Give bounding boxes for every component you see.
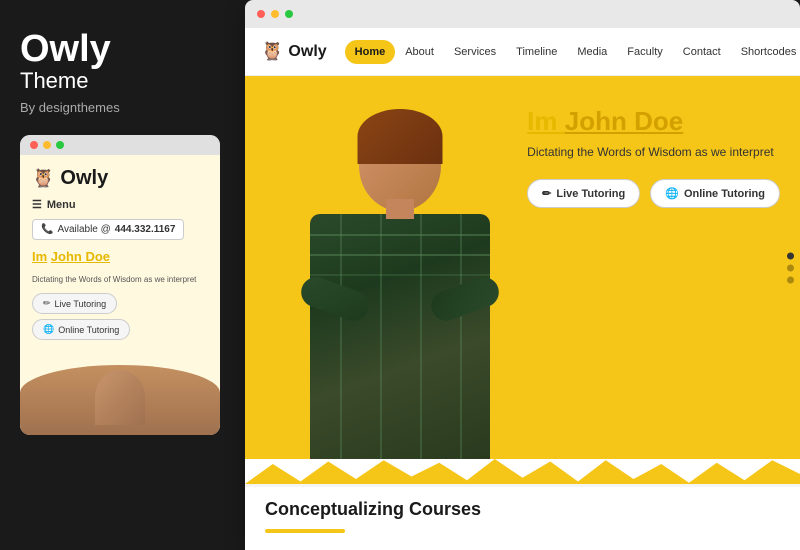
nav-item-shortcodes[interactable]: Shortcodes [731, 40, 800, 64]
person-neck [386, 199, 414, 219]
browser-content: 🦉 Owly Home About Services Timeline Medi… [245, 28, 800, 550]
mobile-person-head [95, 370, 145, 425]
mobile-menu-label: Menu [47, 199, 76, 211]
mobile-online-tutoring-btn[interactable]: 🌐 Online Tutoring [32, 319, 130, 340]
person-arm-right [427, 273, 503, 325]
pencil-icon: ✏ [542, 187, 551, 200]
person-arm-left [297, 273, 373, 325]
live-tutoring-button[interactable]: ✏ Live Tutoring [527, 179, 640, 208]
mobile-phone-button[interactable]: 📞 Available @ 444.332.1167 [32, 219, 184, 240]
mobile-headline: Im John Doe [32, 248, 208, 266]
title-underline [265, 529, 345, 533]
mobile-mockup: 🦉 Owly ☰ Menu 📞 Available @ 444.332.1167… [20, 135, 220, 435]
browser-dot-green [285, 10, 293, 18]
mobile-logo-row: 🦉 Owly [32, 167, 208, 190]
hero-section: Im John Doe Dictating the Words of Wisdo… [245, 76, 800, 459]
nav-dot-1[interactable] [787, 252, 794, 259]
globe-icon: 🌐 [43, 324, 54, 335]
dot-red [30, 141, 38, 149]
hero-text: Im John Doe Dictating the Words of Wisdo… [527, 106, 780, 208]
globe-icon: 🌐 [665, 187, 679, 200]
nav-item-services[interactable]: Services [444, 40, 506, 64]
navbar: 🦉 Owly Home About Services Timeline Medi… [245, 28, 800, 76]
browser-dot-yellow [271, 10, 279, 18]
hamburger-icon: ☰ [32, 198, 42, 211]
nav-logo-text: Owly [288, 43, 326, 61]
nav-links: Home About Services Timeline Media Facul… [345, 40, 800, 64]
hero-tagline: Dictating the Words of Wisdom as we inte… [527, 145, 780, 159]
browser-window: 🦉 Owly Home About Services Timeline Medi… [245, 0, 800, 550]
mobile-phone-number: 444.332.1167 [115, 224, 176, 235]
live-tutoring-label: Live Tutoring [556, 188, 625, 200]
person-container [280, 109, 520, 459]
person-body [310, 214, 490, 459]
nav-owl-icon: 🦉 [261, 41, 283, 62]
nav-item-timeline[interactable]: Timeline [506, 40, 567, 64]
bottom-section: Conceptualizing Courses [245, 484, 800, 550]
mobile-name: John Doe [51, 249, 110, 264]
bottom-title-container: Conceptualizing Courses [265, 499, 481, 538]
dot-yellow [43, 141, 51, 149]
mobile-tagline: Dictating the Words of Wisdom as we inte… [32, 274, 208, 285]
nav-dot-3[interactable] [787, 276, 794, 283]
hero-im: Im [527, 106, 565, 136]
mobile-menu-row: ☰ Menu [32, 198, 208, 211]
hero-name-text: John Doe [565, 106, 683, 136]
mobile-person-preview [20, 365, 220, 435]
mobile-body: 🦉 Owly ☰ Menu 📞 Available @ 444.332.1167… [20, 155, 220, 433]
dot-green [56, 141, 64, 149]
courses-title: Conceptualizing Courses [265, 499, 481, 520]
nav-item-contact[interactable]: Contact [673, 40, 731, 64]
torn-divider [245, 459, 800, 484]
nav-dots [787, 252, 794, 283]
nav-item-media[interactable]: Media [567, 40, 617, 64]
phone-icon: 📞 [41, 224, 53, 235]
nav-logo: 🦉 Owly [261, 41, 327, 62]
hero-person-figure [245, 76, 555, 459]
nav-item-faculty[interactable]: Faculty [617, 40, 672, 64]
hero-buttons: ✏ Live Tutoring 🌐 Online Tutoring [527, 179, 780, 208]
sidebar-title: Owly Theme By designthemes [20, 30, 225, 135]
sidebar: Owly Theme By designthemes 🦉 Owly ☰ Menu… [0, 0, 245, 550]
mobile-live-tutoring-btn[interactable]: ✏ Live Tutoring [32, 293, 117, 314]
nav-item-home[interactable]: Home [345, 40, 396, 64]
mobile-titlebar [20, 135, 220, 155]
pencil-icon: ✏ [43, 298, 51, 309]
mobile-available-label: Available @ [57, 224, 110, 235]
browser-titlebar [245, 0, 800, 28]
person-hair [358, 109, 443, 164]
online-tutoring-label: Online Tutoring [684, 188, 765, 200]
nav-item-about[interactable]: About [395, 40, 444, 64]
mobile-btn-row: ✏ Live Tutoring 🌐 Online Tutoring [32, 293, 208, 340]
online-tutoring-button[interactable]: 🌐 Online Tutoring [650, 179, 780, 208]
owl-icon: 🦉 [32, 168, 54, 189]
browser-dot-red [257, 10, 265, 18]
mobile-logo-text: Owly [60, 167, 108, 190]
hero-headline: Im John Doe [527, 106, 780, 137]
nav-dot-2[interactable] [787, 264, 794, 271]
